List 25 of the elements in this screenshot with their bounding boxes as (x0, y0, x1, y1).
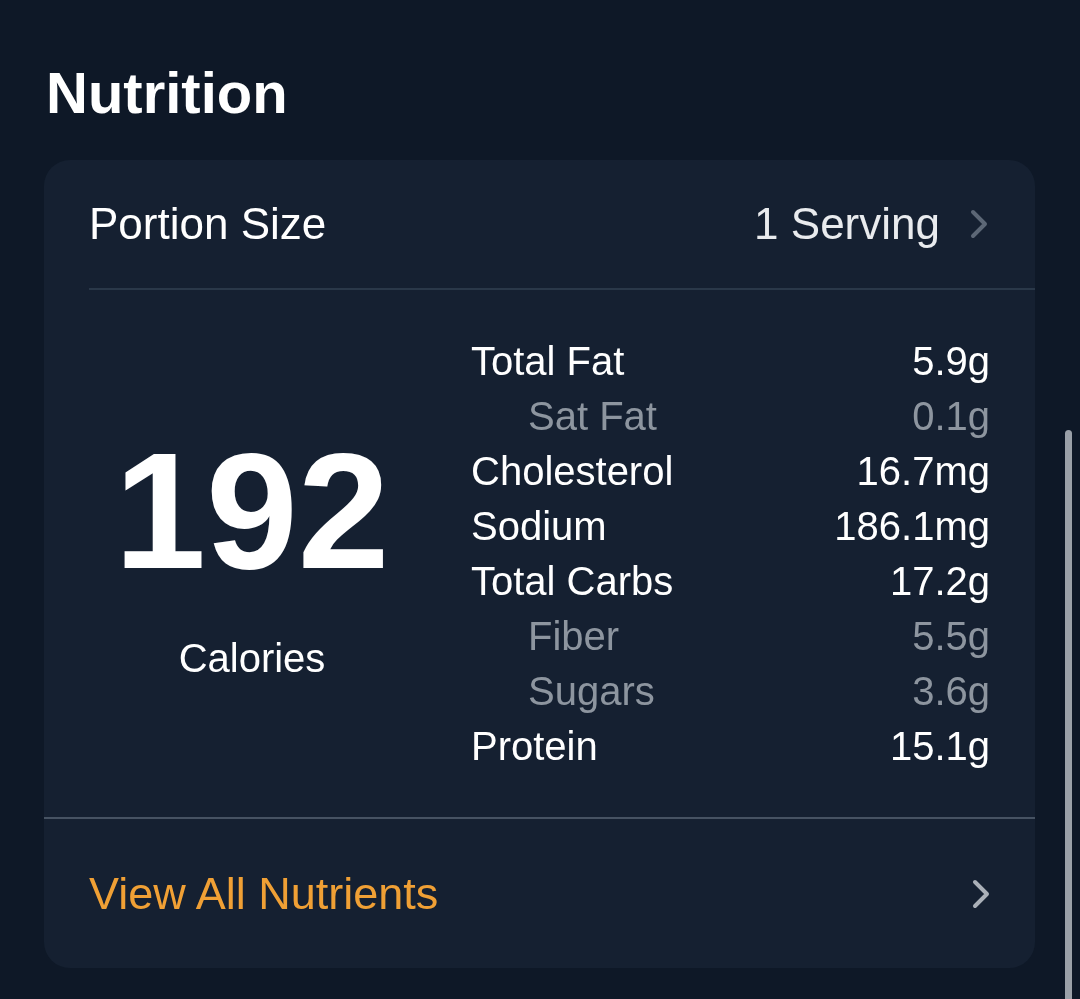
nutrient-amount: 0.1g (912, 393, 990, 440)
nutrient-amount: 186.1mg (834, 503, 990, 550)
nutrient-amount: 16.7mg (856, 448, 990, 495)
nutrient-amount: 3.6g (912, 668, 990, 715)
view-all-nutrients-button[interactable]: View All Nutrients (44, 819, 1035, 968)
scrollbar-thumb[interactable] (1065, 430, 1072, 999)
portion-size-label: Portion Size (89, 198, 327, 250)
serving-selector[interactable]: 1 Serving (754, 198, 988, 250)
nutrient-name: Fiber (527, 613, 620, 660)
nutrient-name: Sugars (527, 668, 655, 715)
calories-label: Calories (178, 634, 326, 682)
chevron-right-icon (970, 209, 988, 239)
nutrient-amount: 17.2g (889, 558, 990, 605)
nutrient-name: Protein (471, 723, 598, 770)
chevron-right-icon (972, 878, 990, 909)
nutrient-name: Sodium (471, 503, 607, 550)
nutrient-name: Total Fat (471, 338, 625, 385)
calorie-count: 192 (114, 425, 390, 596)
nutrient-amount: 5.5g (912, 613, 990, 660)
nutrient-name: Sat Fat (527, 393, 657, 440)
nutrient-name: Cholesterol (471, 448, 674, 495)
nutrient-name: Total Carbs (471, 558, 674, 605)
nutrient-amount: 5.9g (912, 338, 990, 385)
section-title: Nutrition (46, 59, 288, 127)
nutrient-amount: 15.1g (889, 723, 990, 770)
